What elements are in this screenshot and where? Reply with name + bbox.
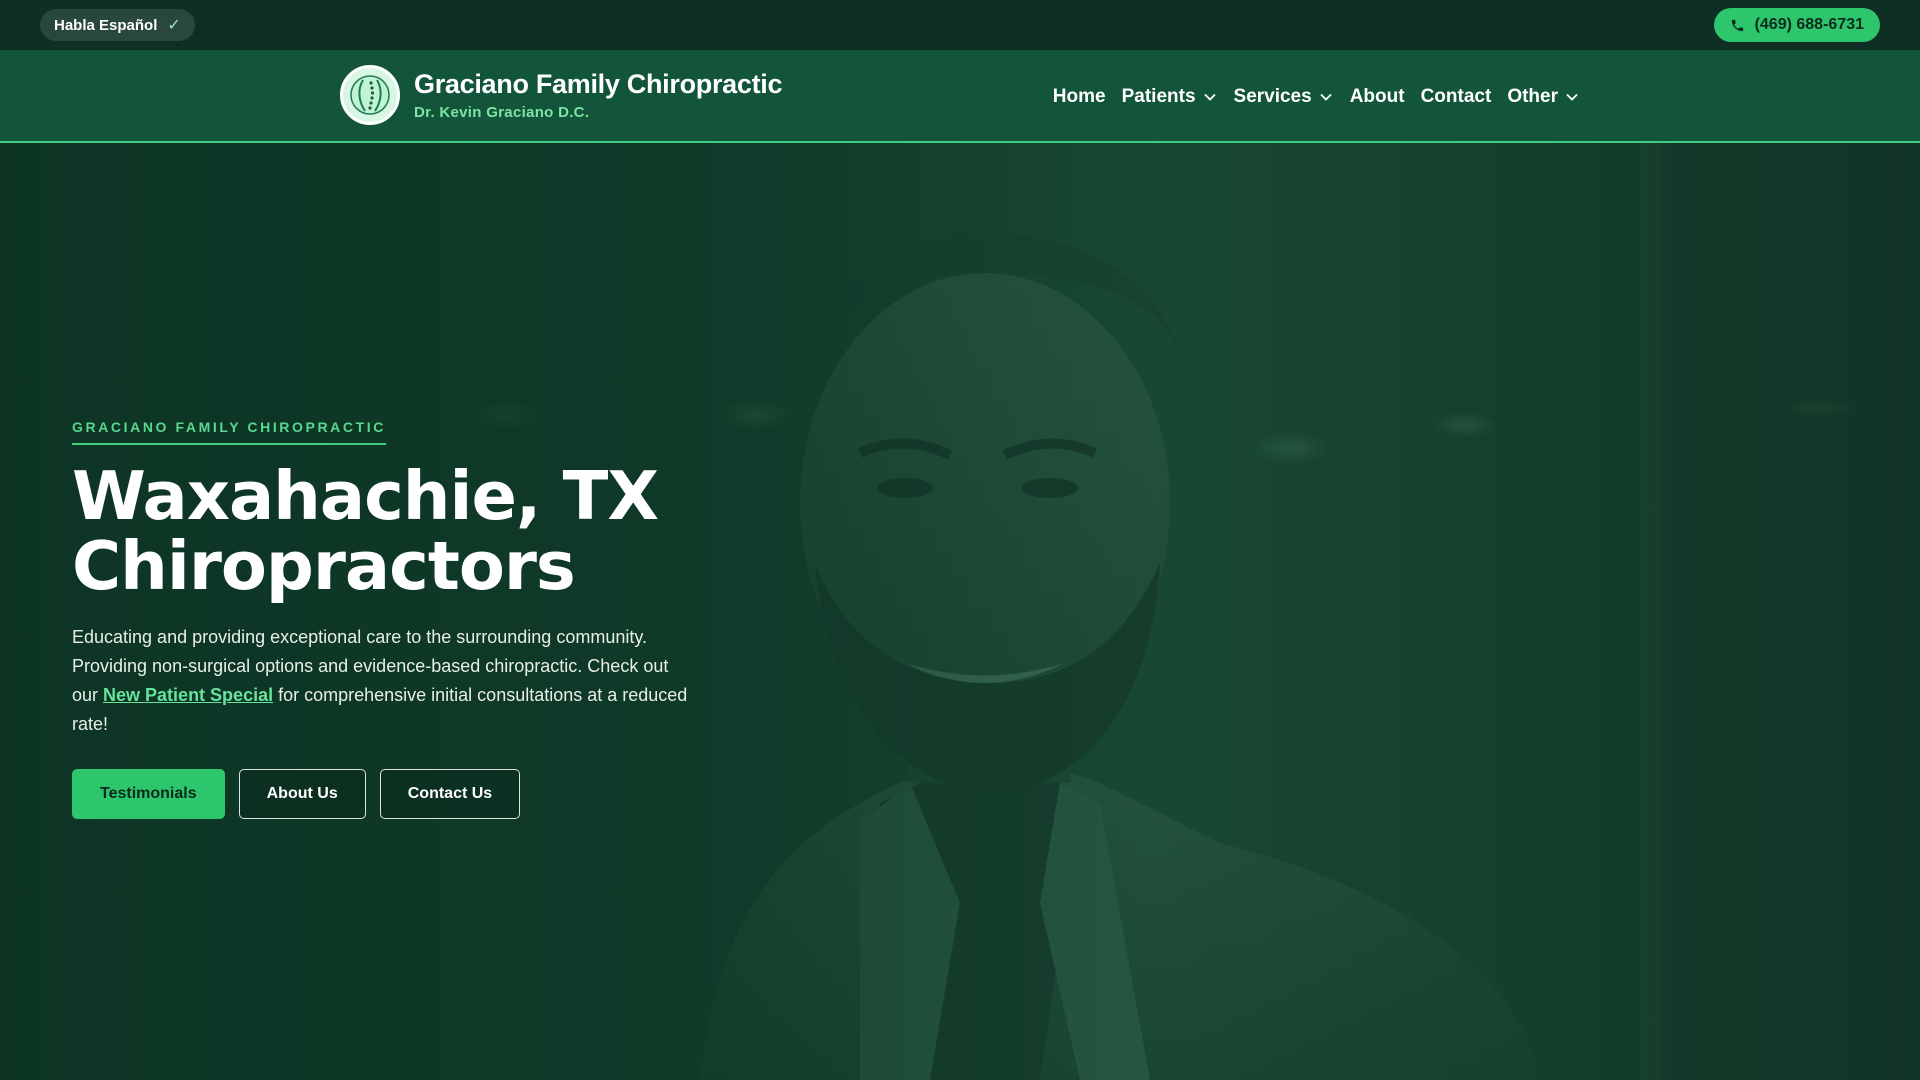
spine-logo-icon <box>340 65 400 125</box>
headline-line-2: Chiropractors <box>72 527 576 605</box>
phone-button[interactable]: (469) 688-6731 <box>1713 8 1880 42</box>
nav-item-label: Services <box>1233 85 1312 107</box>
brand-home-link[interactable]: Graciano Family Chiropractic Dr. Kevin G… <box>340 65 783 125</box>
phone-icon <box>1731 19 1743 31</box>
hero-section: GRACIANO FAMILY CHIROPRACTIC Waxahachie,… <box>0 143 1920 1080</box>
check-icon: ✓ <box>167 17 181 34</box>
language-toggle[interactable]: Habla Español ✓ <box>40 9 195 41</box>
nav-item-about[interactable]: About <box>1350 80 1405 114</box>
nav-item-label: Patients <box>1121 85 1196 107</box>
main-nav: Home Patients Services About Contact Oth… <box>1053 50 1580 143</box>
nav-item-label: Other <box>1507 85 1558 107</box>
brand-name: Graciano Family Chiropractic <box>414 69 783 99</box>
hero-eyebrow: GRACIANO FAMILY CHIROPRACTIC <box>72 419 386 445</box>
hero-buttons: Testimonials About Us Contact Us <box>72 769 712 819</box>
site-header: Graciano Family Chiropractic Dr. Kevin G… <box>0 50 1920 143</box>
chevron-down-icon <box>1203 93 1216 101</box>
hero-intro: Educating and providing exceptional care… <box>72 623 692 739</box>
nav-item-home[interactable]: Home <box>1053 80 1106 114</box>
contact-us-button[interactable]: Contact Us <box>379 769 521 819</box>
nav-item-patients[interactable]: Patients <box>1122 80 1218 114</box>
about-us-button[interactable]: About Us <box>238 769 366 819</box>
nav-item-label: About <box>1349 85 1405 107</box>
brand-doctor: Dr. Kevin Graciano D.C. <box>414 104 590 121</box>
headline-line-1: Waxahachie, TX <box>72 457 659 535</box>
nav-item-other[interactable]: Other <box>1507 80 1580 114</box>
page-title: Waxahachie, TX Chiropractors <box>72 461 712 601</box>
testimonials-button[interactable]: Testimonials <box>72 769 225 819</box>
nav-item-contact[interactable]: Contact <box>1421 80 1492 114</box>
nav-item-label: Contact <box>1420 85 1492 107</box>
chevron-down-icon <box>1320 93 1332 101</box>
top-bar: Habla Español ✓ (469) 688-6731 <box>0 0 1920 50</box>
hero-content: GRACIANO FAMILY CHIROPRACTIC Waxahachie,… <box>72 419 712 819</box>
language-label: Habla Español <box>54 16 158 34</box>
nav-item-label: Home <box>1052 85 1106 107</box>
chevron-down-icon <box>1566 93 1578 101</box>
new-patient-special-link[interactable]: New Patient Special <box>103 685 273 705</box>
nav-item-services[interactable]: Services <box>1234 80 1334 114</box>
phone-number: (469) 688-6731 <box>1754 16 1864 33</box>
